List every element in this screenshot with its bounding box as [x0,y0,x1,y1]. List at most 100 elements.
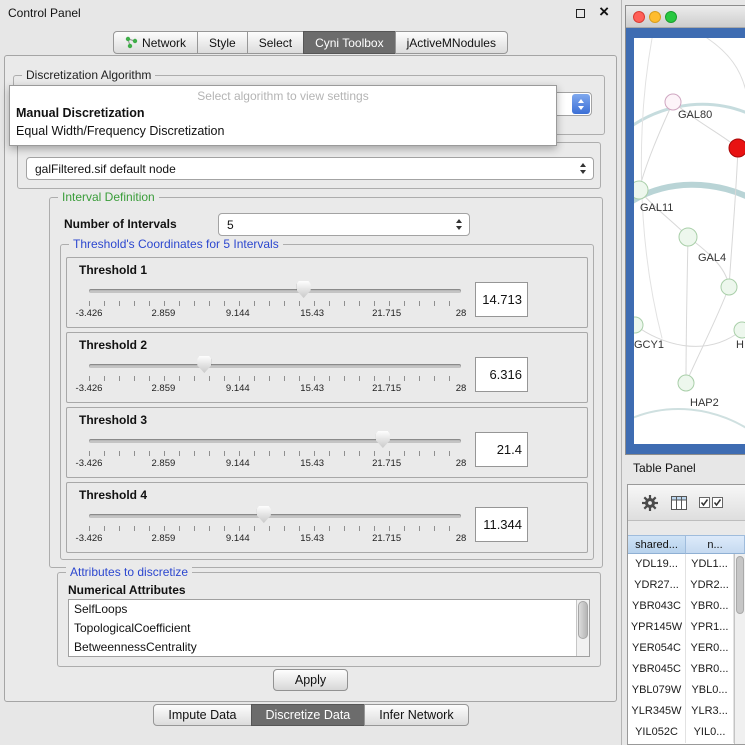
table-cell[interactable]: YPR1... [686,617,734,638]
threshold-panel: Threshold 3 -3.426 2.859 9.144 1 [66,407,588,478]
tab-discretize-data[interactable]: Discretize Data [251,704,366,726]
table-cell[interactable]: YBR0... [686,596,734,617]
zoom-traffic-light-icon[interactable] [665,11,677,23]
table-cell[interactable]: YLR345W [628,701,686,722]
table-body: YDL19...YDL1... YDR27...YDR2... YBR043CY… [628,554,734,744]
table-cell[interactable]: YDR2... [686,575,734,596]
algorithm-dropdown-popup: Select algorithm to view settings Manual… [9,85,557,146]
close-icon[interactable]: × [599,2,609,22]
network-edge [634,409,745,436]
threshold-slider[interactable]: -3.426 2.859 9.144 15.43 21.715 28 [89,427,461,471]
apply-button[interactable]: Apply [273,669,348,691]
tab-infer-network[interactable]: Infer Network [364,704,468,726]
list-item[interactable]: SelfLoops [69,600,589,619]
table-panel-title: Table Panel [633,461,696,475]
table-data-select[interactable]: galFiltered.sif default node [26,157,594,180]
table-cell[interactable]: YER054C [628,638,686,659]
network-node[interactable] [665,94,681,110]
table-row[interactable]: YER054CYER0... [628,638,734,659]
tab-style[interactable]: Style [197,31,248,54]
list-item[interactable]: TopologicalCoefficient [69,619,589,638]
list-scrollbar[interactable] [576,600,589,656]
tab-select[interactable]: Select [247,31,304,54]
tab-jactivemnodules[interactable]: jActiveMNodules [395,31,508,54]
table-row[interactable]: YIL052CYIL0... [628,722,734,743]
network-node[interactable] [734,322,745,338]
scale-label: 28 [456,533,467,544]
network-node[interactable] [729,139,745,157]
slider-thumb[interactable] [376,431,390,448]
scale-label: 2.859 [152,458,176,469]
network-node[interactable] [721,279,737,295]
table-row[interactable]: YBR045CYBR0... [628,659,734,680]
float-window-icon[interactable] [576,9,585,18]
apply-row: Apply [5,669,616,691]
table-row[interactable]: YDR27...YDR2... [628,575,734,596]
dropdown-placeholder: Select algorithm to view settings [10,89,556,104]
dropdown-option-equal-width[interactable]: Equal Width/Frequency Discretization [10,122,556,140]
tab-impute-data[interactable]: Impute Data [153,704,251,726]
table-cell[interactable]: YIL052C [628,722,686,743]
table-row[interactable]: YPR145WYPR1... [628,617,734,638]
column-browser-icon[interactable] [671,496,687,510]
window-titlebar[interactable] [626,6,745,28]
network-node[interactable] [679,228,697,246]
network-frame: GAL80GAL11GAL4GCY1HHAP2 [626,28,745,454]
threshold-slider[interactable]: -3.426 2.859 9.144 15.43 21.715 28 [89,277,461,321]
table-scrollbar[interactable] [734,554,745,744]
number-of-intervals-select[interactable]: 5 [218,213,470,236]
table-row[interactable]: YLR345WYLR3... [628,701,734,722]
threshold-value-input[interactable] [475,507,528,542]
table-cell[interactable]: YBR0... [686,659,734,680]
threshold-label: Threshold 3 [79,413,579,427]
network-node[interactable] [678,375,694,391]
checkbox-icon[interactable] [699,497,710,508]
checkbox-icon[interactable] [712,497,723,508]
column-header-name[interactable]: n... [686,535,745,554]
settings-gear-icon[interactable] [641,494,659,512]
slider-thumb[interactable] [197,356,211,373]
slider-track[interactable] [89,514,461,518]
table-row[interactable]: YBL079WYBL0... [628,680,734,701]
tab-network[interactable]: Network [113,31,198,54]
scrollbar-thumb[interactable] [736,556,744,614]
table-cell[interactable]: YDL19... [628,554,686,575]
slider-thumb[interactable] [297,281,311,298]
table-cell[interactable]: YPR145W [628,617,686,638]
table-cell[interactable]: YBL0... [686,680,734,701]
slider-track[interactable] [89,289,461,293]
table-cell[interactable]: YLR3... [686,701,734,722]
table-row[interactable]: YBR043CYBR0... [628,596,734,617]
stepper-up-arrow-icon [456,219,462,223]
list-item[interactable]: BetweennessCentrality [69,638,589,657]
table-cell[interactable]: YER0... [686,638,734,659]
network-node[interactable] [634,317,643,333]
slider-track[interactable] [89,439,461,443]
threshold-slider[interactable]: -3.426 2.859 9.144 15.43 21.715 28 [89,352,461,396]
table-row[interactable]: YDL19...YDL1... [628,554,734,575]
tab-cyni-toolbox[interactable]: Cyni Toolbox [303,31,395,54]
scale-label: 9.144 [226,383,250,394]
slider-track[interactable] [89,364,461,368]
close-traffic-light-icon[interactable] [633,11,645,23]
minimize-traffic-light-icon[interactable] [649,11,661,23]
combo-stepper-icon [572,94,590,114]
slider-thumb[interactable] [257,506,271,523]
table-cell[interactable]: YIL0... [686,722,734,743]
network-node-label: GAL4 [698,252,726,264]
network-canvas[interactable]: GAL80GAL11GAL4GCY1HHAP2 [634,38,745,444]
dropdown-option-manual-discretization[interactable]: Manual Discretization [10,104,556,122]
table-cell[interactable]: YBL079W [628,680,686,701]
table-cell[interactable]: YBR045C [628,659,686,680]
scrollbar-thumb[interactable] [578,601,588,639]
threshold-value-input[interactable] [475,357,528,392]
threshold-value-input[interactable] [475,282,528,317]
column-header-shared-name[interactable]: shared... [628,535,686,554]
threshold-slider[interactable]: -3.426 2.859 9.144 15.43 21.715 28 [89,502,461,546]
tab-label: Discretize Data [266,708,351,722]
table-cell[interactable]: YDR27... [628,575,686,596]
table-cell[interactable]: YDL1... [686,554,734,575]
threshold-value-input[interactable] [475,432,528,467]
table-cell[interactable]: YBR043C [628,596,686,617]
network-node[interactable] [634,181,648,199]
